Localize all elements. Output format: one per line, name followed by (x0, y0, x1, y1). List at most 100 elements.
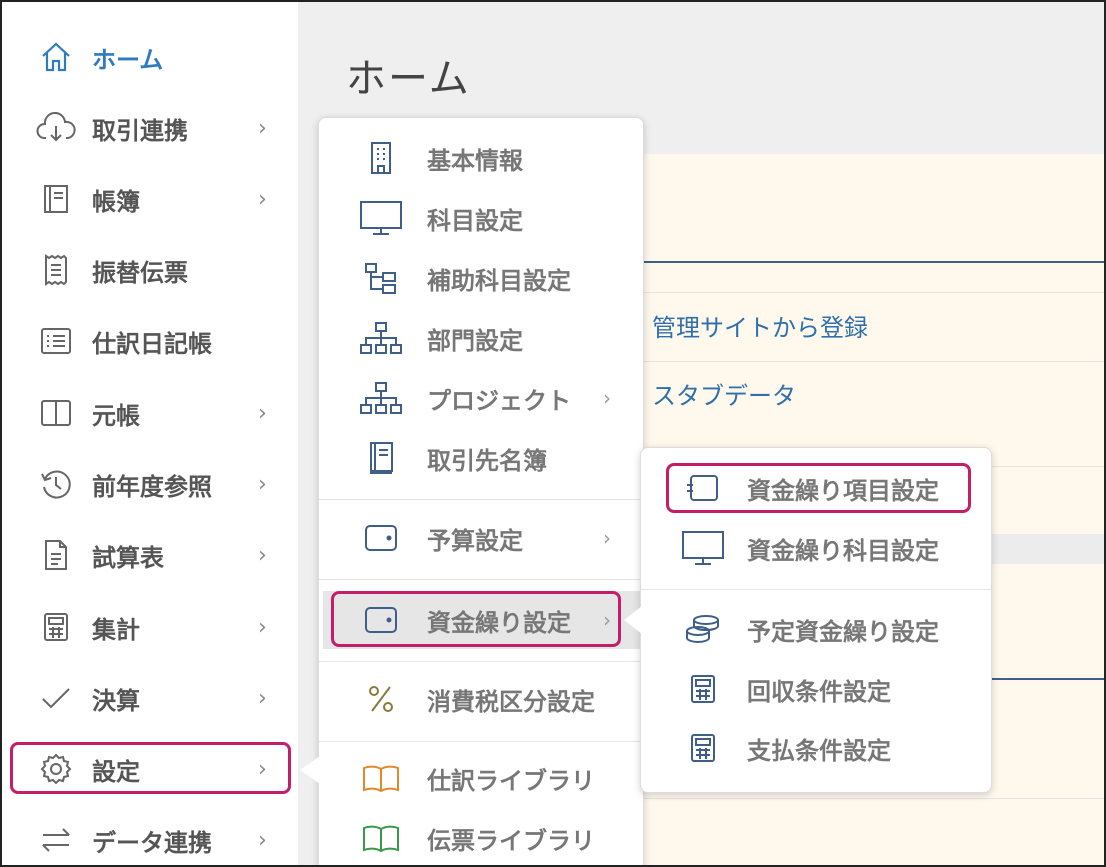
list-icon (36, 321, 76, 361)
menu-divider (319, 499, 643, 500)
sidebar-item-journal[interactable]: 仕訳日記帳 (2, 313, 298, 369)
wallet-icon (359, 518, 403, 558)
chevron-right-icon: › (258, 685, 267, 711)
menu-item-client-directory[interactable]: 取引先名簿 (319, 430, 643, 486)
menu-item-basic-info[interactable]: 基本情報 (319, 130, 643, 186)
gear-icon (36, 749, 76, 789)
percent-icon (359, 679, 403, 719)
sidebar-item-label: ホーム (92, 45, 164, 74)
wallet-icon (359, 600, 403, 640)
menu-item-label: 資金繰り項目設定 (747, 476, 939, 505)
chevron-right-icon: › (258, 827, 267, 853)
sidebar-item-data-link[interactable]: データ連携 › (2, 812, 298, 867)
chevron-right-icon: › (603, 386, 611, 410)
menu-item-label: 消費税区分設定 (427, 687, 595, 716)
page-title: ホーム (346, 56, 471, 102)
menu-item-payment-terms[interactable]: 支払条件設定 (641, 720, 991, 776)
sidebar: ホーム 取引連携 › 帳簿 › 振替伝票 仕訳日記帳 元帳 › 前年度参照 › … (2, 2, 298, 865)
tag-icon (681, 468, 725, 508)
menu-item-label: プロジェクト (427, 386, 571, 415)
chevron-right-icon: › (258, 614, 267, 640)
sidebar-item-label: 設定 (92, 757, 140, 786)
menu-item-label: 資金繰り設定 (427, 608, 571, 637)
org-chart-icon (359, 378, 403, 418)
open-book-orange-icon (359, 758, 403, 798)
menu-item-label: 基本情報 (427, 146, 523, 175)
chevron-right-icon: › (258, 186, 267, 212)
menu-item-label: 資金繰り科目設定 (747, 536, 939, 565)
menu-divider (319, 741, 643, 742)
chevron-right-icon: › (258, 471, 267, 497)
tree-icon (359, 258, 403, 298)
calculator-icon (681, 728, 725, 768)
sidebar-item-label: 取引連携 (92, 116, 188, 145)
sidebar-item-label: 前年度参照 (92, 472, 212, 501)
submenu-caret (624, 606, 642, 634)
chevron-right-icon: › (603, 608, 611, 632)
check-icon (36, 678, 76, 718)
menu-item-label: 回収条件設定 (747, 677, 891, 706)
menu-item-collection-terms[interactable]: 回収条件設定 (641, 661, 991, 717)
menu-item-label: 支払条件設定 (747, 736, 891, 765)
sidebar-item-transactions[interactable]: 取引連携 › (2, 100, 298, 156)
sidebar-item-label: データ連携 (92, 828, 212, 857)
menu-divider (641, 589, 991, 590)
sidebar-item-prior-year[interactable]: 前年度参照 › (2, 456, 298, 512)
cloud-download-icon (36, 108, 76, 148)
menu-item-cashflow-item-settings[interactable]: 資金繰り項目設定 (641, 460, 991, 516)
menu-item-slip-library[interactable]: 伝票ライブラリ (319, 810, 643, 866)
menu-divider (319, 661, 643, 662)
swap-icon (36, 820, 76, 860)
sidebar-item-ledger[interactable]: 元帳 › (2, 385, 298, 441)
coins-icon (681, 609, 725, 649)
menu-item-label: 取引先名簿 (427, 446, 547, 475)
menu-item-sub-account-settings[interactable]: 補助科目設定 (319, 250, 643, 306)
chevron-right-icon: › (603, 526, 611, 550)
menu-item-tax-category[interactable]: 消費税区分設定 (319, 671, 643, 727)
sidebar-item-label: 振替伝票 (92, 258, 188, 287)
menu-item-budget-settings[interactable]: 予算設定 › (319, 510, 643, 566)
address-book-icon (359, 438, 403, 478)
menu-item-label: 仕訳ライブラリ (427, 766, 595, 795)
sidebar-item-home[interactable]: ホーム (2, 29, 298, 85)
sidebar-item-trial-balance[interactable]: 試算表 › (2, 527, 298, 583)
menu-item-department-settings[interactable]: 部門設定 (319, 310, 643, 366)
chevron-right-icon: › (258, 756, 267, 782)
sidebar-item-books[interactable]: 帳簿 › (2, 171, 298, 227)
sidebar-item-label: 帳簿 (92, 187, 140, 216)
sidebar-item-label: 決算 (92, 686, 140, 715)
sidebar-item-settings[interactable]: 設定 › (2, 741, 298, 797)
menu-item-label: 予算設定 (427, 526, 523, 555)
sidebar-item-closing[interactable]: 決算 › (2, 670, 298, 726)
home-icon (36, 37, 76, 77)
receipt-icon (36, 250, 76, 290)
menu-divider (319, 579, 643, 580)
columns-icon (36, 393, 76, 433)
sidebar-item-transfer-slip[interactable]: 振替伝票 (2, 242, 298, 298)
book-icon (36, 179, 76, 219)
history-icon (36, 464, 76, 504)
calculator-icon (681, 669, 725, 709)
menu-item-label: 部門設定 (427, 326, 523, 355)
settings-menu: 基本情報 科目設定 補助科目設定 部門設定 プロジェクト › 取引先名簿 予算設… (318, 117, 644, 867)
menu-item-project[interactable]: プロジェクト › (319, 370, 643, 426)
building-icon (359, 138, 403, 178)
chevron-right-icon: › (258, 115, 267, 141)
card-link-admin[interactable]: 管理サイトから登録 (652, 308, 868, 343)
document-icon (36, 535, 76, 575)
card-link-stub[interactable]: スタブデータ (652, 376, 796, 411)
org-chart-icon (359, 318, 403, 358)
menu-item-label: 伝票ライブラリ (427, 826, 595, 855)
menu-item-account-settings[interactable]: 科目設定 (319, 190, 643, 246)
menu-item-cashflow-account-settings[interactable]: 資金繰り科目設定 (641, 520, 991, 576)
sidebar-item-label: 仕訳日記帳 (92, 329, 212, 358)
chevron-right-icon: › (258, 542, 267, 568)
menu-item-cashflow-settings[interactable]: 資金繰り設定 › (323, 591, 641, 649)
menu-item-journal-library[interactable]: 仕訳ライブラリ (319, 750, 643, 806)
menu-item-label: 補助科目設定 (427, 266, 571, 295)
sidebar-item-label: 元帳 (92, 401, 140, 430)
menu-item-planned-cashflow-settings[interactable]: 予定資金繰り設定 (641, 601, 991, 657)
sidebar-item-label: 試算表 (92, 543, 164, 572)
menu-item-label: 科目設定 (427, 206, 523, 235)
sidebar-item-summary[interactable]: 集計 › (2, 599, 298, 655)
